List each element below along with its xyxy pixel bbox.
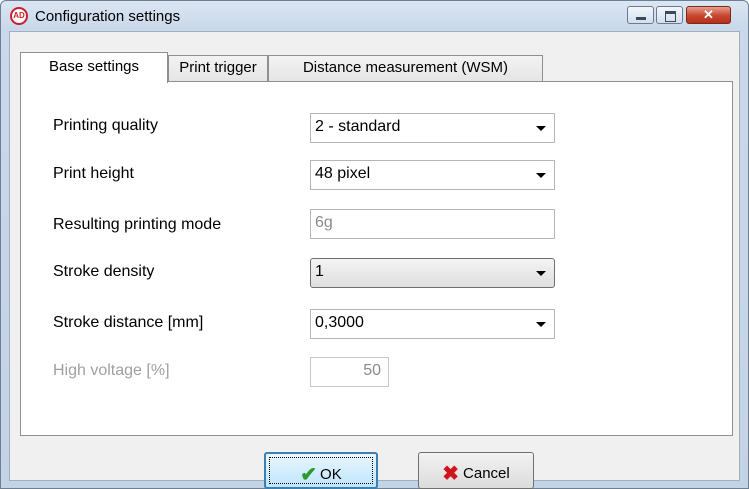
stroke-distance-label: Stroke distance [mm] bbox=[53, 314, 204, 331]
print-height-label: Print height bbox=[53, 165, 134, 182]
print-height-value: 48 pixel bbox=[315, 165, 371, 182]
app-icon: AD bbox=[10, 7, 28, 25]
ok-button-label: OK bbox=[320, 466, 342, 483]
chevron-down-icon bbox=[536, 126, 546, 131]
minimize-icon bbox=[636, 17, 646, 20]
cancel-x-icon: ✖ bbox=[442, 463, 460, 485]
maximize-icon bbox=[665, 11, 676, 22]
tab-base-settings[interactable]: Base settings bbox=[20, 52, 168, 83]
high-voltage-value: 50 bbox=[363, 362, 381, 379]
resulting-printing-mode-field: 6g bbox=[310, 209, 555, 239]
minimize-button[interactable] bbox=[627, 6, 654, 24]
chevron-down-icon bbox=[536, 173, 546, 178]
tab-print-trigger[interactable]: Print trigger bbox=[168, 55, 268, 81]
chevron-down-icon bbox=[536, 322, 546, 327]
cancel-button-label: Cancel bbox=[463, 465, 510, 482]
resulting-printing-mode-value: 6g bbox=[315, 214, 333, 231]
window-title: Configuration settings bbox=[35, 8, 181, 25]
high-voltage-label: High voltage [%] bbox=[53, 362, 170, 379]
high-voltage-field: 50 bbox=[310, 357, 389, 387]
stroke-density-label: Stroke density bbox=[53, 263, 155, 280]
title-bar[interactable]: AD Configuration settings ✕ bbox=[1, 1, 748, 31]
maximize-button[interactable] bbox=[656, 6, 683, 24]
cancel-button[interactable]: ✖ Cancel bbox=[418, 452, 534, 489]
close-icon: ✕ bbox=[703, 7, 714, 22]
dialog-client-area: Base settings Print trigger Distance mea… bbox=[9, 31, 740, 489]
checkmark-icon: ✔ bbox=[300, 464, 318, 486]
stroke-distance-value: 0,3000 bbox=[315, 314, 364, 331]
stroke-distance-dropdown[interactable]: 0,3000 bbox=[310, 309, 555, 339]
printing-quality-dropdown[interactable]: 2 - standard bbox=[310, 113, 555, 143]
stroke-density-value: 1 bbox=[315, 263, 324, 280]
dialog-window: AD Configuration settings ✕ Base setting… bbox=[0, 0, 749, 489]
resulting-printing-mode-label: Resulting printing mode bbox=[53, 216, 222, 233]
stroke-density-dropdown[interactable]: 1 bbox=[310, 258, 555, 288]
printing-quality-label: Printing quality bbox=[53, 117, 158, 134]
ok-button[interactable]: ✔ OK bbox=[264, 452, 378, 489]
printing-quality-value: 2 - standard bbox=[315, 118, 401, 135]
chevron-down-icon bbox=[536, 271, 546, 276]
close-button[interactable]: ✕ bbox=[686, 6, 731, 24]
print-height-dropdown[interactable]: 48 pixel bbox=[310, 160, 555, 190]
base-settings-panel: Printing quality 2 - standard Print heig… bbox=[20, 81, 733, 436]
tab-distance-measurement[interactable]: Distance measurement (WSM) bbox=[268, 55, 543, 81]
